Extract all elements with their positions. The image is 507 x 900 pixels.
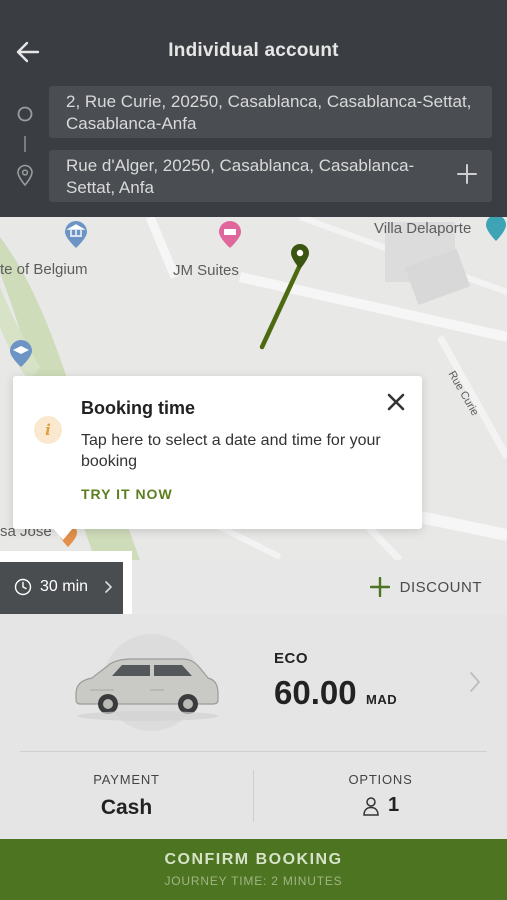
page-title: Individual account	[168, 40, 339, 61]
clock-icon	[14, 578, 32, 596]
panel-divider	[20, 751, 487, 752]
discount-button[interactable]: DISCOUNT	[369, 577, 482, 597]
chevron-right-icon[interactable]	[468, 670, 482, 694]
poi-icon-corner	[486, 217, 506, 241]
tooltip-text: Tap here to select a date and time for y…	[81, 432, 381, 470]
destination-marker-icon	[291, 244, 309, 269]
booking-time-tooltip[interactable]: i Booking time Tap here to select a date…	[13, 376, 422, 540]
pickup-address-field[interactable]: 2, Rue Curie, 20250, Casablanca, Casabla…	[49, 86, 492, 138]
tooltip-pointer	[53, 528, 73, 540]
options-button[interactable]: 1	[254, 794, 507, 817]
destination-pin-icon	[17, 164, 33, 187]
person-icon	[363, 796, 379, 816]
fare-currency: MAD	[366, 692, 398, 707]
dropoff-address-field[interactable]: Rue d'Alger, 20250, Casablanca, Casablan…	[49, 150, 492, 202]
add-stop-icon[interactable]	[456, 163, 478, 185]
time-selector-button[interactable]: 30 min	[0, 562, 123, 614]
hotel-poi-icon	[219, 221, 241, 248]
confirm-booking-label: CONFIRM BOOKING	[164, 851, 343, 868]
school-poi-icon	[10, 340, 32, 367]
discount-label: DISCOUNT	[399, 578, 482, 596]
map-label-belgium: te of Belgium	[0, 261, 88, 278]
car-icon	[75, 658, 219, 721]
time-selector-value: 30 min	[40, 578, 89, 595]
header: Individual account 2, Rue Curie, 20250, …	[0, 0, 507, 217]
plus-icon	[369, 577, 390, 597]
chevron-right-icon	[105, 581, 113, 593]
origin-circle-icon	[17, 106, 33, 122]
route-connector-line	[24, 136, 26, 152]
info-icon: i	[34, 416, 62, 444]
fare-price: 60.00	[274, 674, 357, 711]
booking-panel: ECO 60.00 MAD PAYMENT Cash OPTIONS 1	[0, 614, 507, 839]
vehicle-category: ECO	[274, 650, 309, 667]
dropoff-address-text: Rue d'Alger, 20250, Casablanca, Casablan…	[66, 156, 415, 197]
options-label: OPTIONS	[348, 772, 413, 787]
journey-time-label: JOURNEY TIME: 2 MINUTES	[164, 874, 343, 888]
confirm-booking-button[interactable]: CONFIRM BOOKING JOURNEY TIME: 2 MINUTES	[0, 839, 507, 900]
close-icon[interactable]	[386, 392, 406, 412]
try-it-now-button[interactable]: TRY IT NOW	[81, 486, 173, 502]
museum-poi-icon	[65, 221, 87, 248]
options-count: 1	[387, 794, 400, 816]
tooltip-title: Booking time	[81, 398, 196, 418]
map-label-villa: Villa Delaporte	[374, 220, 472, 237]
payment-label: PAYMENT	[93, 772, 160, 787]
map-label-jm-suites: JM Suites	[173, 262, 239, 279]
vehicle-option[interactable]	[70, 632, 225, 732]
payment-method-button[interactable]: Cash	[0, 796, 253, 820]
